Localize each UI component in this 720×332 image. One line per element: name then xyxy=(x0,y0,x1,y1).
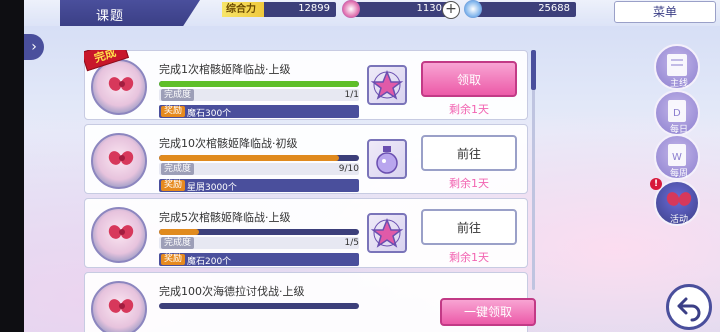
task-title: 完成100次海德拉讨伐战·上级 xyxy=(159,285,305,298)
task-medal xyxy=(91,207,147,263)
stone-display: 1130 xyxy=(342,0,448,18)
bow-knot xyxy=(119,155,125,161)
task-title: 完成10次棺骸姬降临战·初级 xyxy=(159,137,298,150)
magic-stone-icon xyxy=(367,65,407,105)
top-bar: 课题 综合力 12899 1130 + 25688 菜单 xyxy=(24,0,720,26)
progress-bar xyxy=(159,303,359,309)
task-card: 完成5次棺骸姬降临战·上级 完成度 1/5 奖励 魔石200个 前往 剩余1天 xyxy=(84,198,528,268)
progress-label: 完成度 xyxy=(161,163,195,175)
progress-fill xyxy=(159,155,339,161)
category-label: 每日 xyxy=(669,125,688,135)
reward-label: 奖励 xyxy=(161,106,186,117)
progress-label: 完成度 xyxy=(161,237,195,249)
power-value: 12899 xyxy=(298,3,330,14)
reward-text: 星屑3000个 xyxy=(187,183,237,193)
reward-label: 奖励 xyxy=(161,254,186,265)
task-card: 完成 完成1次棺骸姬降临战·上级 完成度 1/1 奖励 魔石300个 领取 剩余… xyxy=(84,50,528,120)
task-medal xyxy=(91,281,147,332)
svg-text:W: W xyxy=(672,152,682,163)
category-main[interactable]: 主线 xyxy=(654,44,700,90)
category-label: 活动 xyxy=(669,215,688,225)
category-label: 每周 xyxy=(669,169,688,179)
progress-count: 9/10 xyxy=(338,164,359,174)
stardust-icon xyxy=(464,0,482,18)
claim-all-button[interactable]: 一键领取 xyxy=(440,298,536,326)
go-button[interactable]: 前往 xyxy=(421,135,517,171)
alert-icon: ! xyxy=(650,178,662,190)
progress-bar xyxy=(159,81,359,87)
power-label: 综合力 xyxy=(222,2,264,17)
reward-text: 魔石300个 xyxy=(187,109,232,119)
left-edge xyxy=(0,0,24,332)
progress-fill xyxy=(159,81,359,87)
reward-text: 魔石200个 xyxy=(187,257,232,267)
go-button[interactable]: 前往 xyxy=(421,209,517,245)
bow-knot xyxy=(119,303,125,309)
remaining-time: 剩余1天 xyxy=(449,103,489,116)
progress-bar xyxy=(159,155,359,161)
power-display: 综合力 12899 xyxy=(222,2,336,17)
remaining-time: 剩余1天 xyxy=(449,251,489,264)
category-weekly[interactable]: W 每周 xyxy=(654,134,700,180)
add-stone-button[interactable]: + xyxy=(442,1,460,19)
task-card: 完成10次棺骸姬降临战·初级 完成度 9/10 奖励 星屑3000个 前往 剩余… xyxy=(84,124,528,194)
page-title: 课题 xyxy=(96,9,125,24)
magic-stone-icon xyxy=(342,0,360,18)
stardust-value: 25688 xyxy=(538,3,570,14)
task-title: 完成1次棺骸姬降临战·上级 xyxy=(159,63,291,76)
stone-value: 1130 xyxy=(416,3,442,14)
claim-button[interactable]: 领取 xyxy=(421,61,517,97)
progress-bar xyxy=(159,229,359,235)
title-tab xyxy=(60,0,200,26)
category-label: 主线 xyxy=(669,79,688,89)
menu-button[interactable]: 菜单 xyxy=(614,1,716,23)
reward-label: 奖励 xyxy=(161,180,186,191)
scrollbar-thumb[interactable] xyxy=(531,50,536,90)
progress-label: 完成度 xyxy=(161,89,195,101)
task-list: 完成 完成1次棺骸姬降临战·上级 完成度 1/1 奖励 魔石300个 领取 剩余… xyxy=(84,50,528,332)
progress-count: 1/5 xyxy=(344,238,359,248)
progress-count: 1/1 xyxy=(344,90,359,100)
bow-knot xyxy=(119,229,125,235)
category-daily[interactable]: D 每日 xyxy=(654,90,700,136)
progress-fill xyxy=(159,229,199,235)
magic-stone-icon xyxy=(367,213,407,253)
svg-text:D: D xyxy=(673,108,681,119)
remaining-time: 剩余1天 xyxy=(449,177,489,190)
stardust-bottle-icon xyxy=(367,139,407,179)
task-medal xyxy=(91,133,147,189)
task-title: 完成5次棺骸姬降临战·上级 xyxy=(159,211,291,224)
back-arrow-icon[interactable] xyxy=(666,284,712,330)
stardust-display: 25688 xyxy=(464,0,576,18)
bow-knot xyxy=(119,81,125,87)
event-icon xyxy=(667,188,691,212)
